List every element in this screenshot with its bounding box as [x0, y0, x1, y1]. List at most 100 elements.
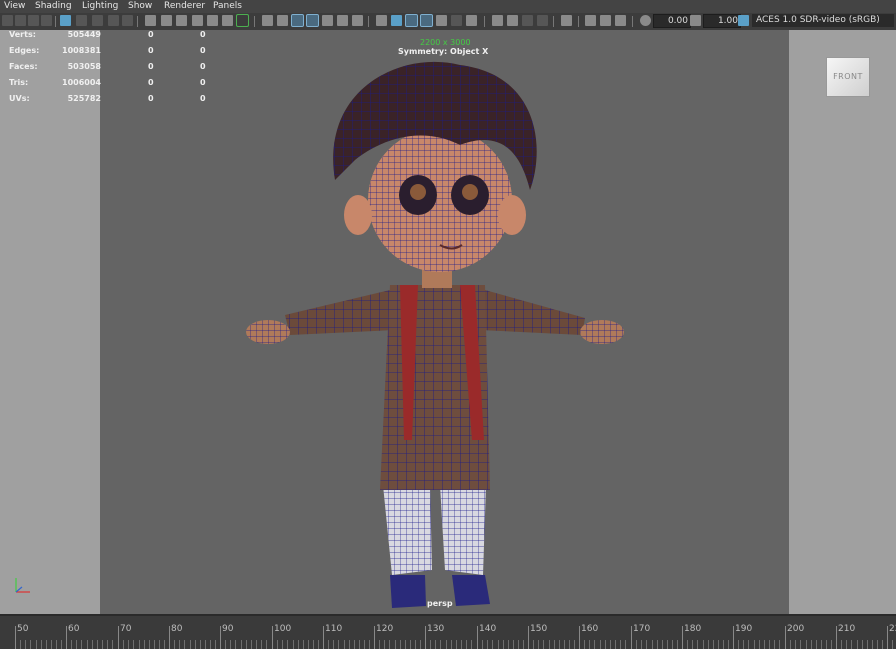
wireframe-on-shaded-icon[interactable]	[291, 14, 304, 27]
exposure-icon[interactable]	[640, 15, 651, 26]
timeline-minor-tick	[133, 640, 134, 649]
camera-attributes-icon[interactable]	[15, 15, 26, 26]
ambient-occlusion-icon[interactable]	[436, 15, 447, 26]
timeline-major-tick	[425, 626, 426, 649]
character-model[interactable]	[100, 30, 789, 614]
timeline-minor-tick	[456, 640, 457, 649]
timeline-minor-tick	[769, 640, 770, 649]
timeline-minor-tick	[102, 640, 103, 649]
timeline-minor-tick	[723, 640, 724, 649]
checker-icon[interactable]	[420, 14, 433, 27]
xray-icon[interactable]	[306, 14, 319, 27]
xray-joints-icon[interactable]	[391, 15, 402, 26]
timeline-minor-tick	[831, 640, 832, 649]
anti-aliasing-icon[interactable]	[492, 15, 503, 26]
timeline-tick-label: 100	[274, 624, 292, 634]
timeline-minor-tick	[154, 640, 155, 649]
film-gate-icon[interactable]	[92, 15, 103, 26]
timeline-minor-tick	[200, 640, 201, 649]
image-plane-icon[interactable]	[41, 15, 52, 26]
menu-renderer[interactable]: Renderer	[164, 0, 205, 13]
select-tool-icon[interactable]	[561, 15, 572, 26]
color-management-icon[interactable]	[738, 15, 749, 26]
symmetry-label: Symmetry: Object X	[398, 47, 489, 56]
no-entry-icon[interactable]	[615, 15, 626, 26]
timeline-minor-tick	[605, 640, 606, 649]
gate-mask-icon[interactable]	[122, 15, 133, 26]
stacked-panels-icon[interactable]	[585, 15, 596, 26]
field-chart-icon[interactable]	[145, 15, 156, 26]
attributes-icon[interactable]	[60, 15, 71, 26]
bookmark-icon[interactable]	[28, 15, 39, 26]
timeline-minor-tick	[862, 640, 863, 649]
timeline-minor-tick	[466, 640, 467, 649]
copy-panels-icon[interactable]	[600, 15, 611, 26]
timeline-minor-tick	[641, 640, 642, 649]
select-camera-icon[interactable]	[2, 15, 13, 26]
lights-icon[interactable]	[337, 15, 348, 26]
gamma-icon[interactable]	[690, 15, 701, 26]
isolate-select-icon[interactable]	[376, 15, 387, 26]
menu-lighting[interactable]: Lighting	[82, 0, 118, 13]
timeline-major-tick	[118, 626, 119, 649]
timeline-major-tick	[477, 626, 478, 649]
sphere-icon[interactable]	[522, 15, 533, 26]
screen-space-icon[interactable]	[537, 15, 548, 26]
timeline-minor-tick	[25, 640, 26, 649]
smooth-shade-icon[interactable]	[277, 15, 288, 26]
timeline-major-tick	[272, 626, 273, 649]
exposure-field[interactable]: 0.00	[653, 14, 691, 28]
brush-icon[interactable]	[236, 14, 249, 27]
timeline-minor-tick	[76, 640, 77, 649]
twod-pan-icon[interactable]	[222, 15, 233, 26]
depth-of-field-icon[interactable]	[507, 15, 518, 26]
timeline-minor-tick	[195, 640, 196, 649]
timeline-minor-tick	[826, 640, 827, 649]
shadows-icon[interactable]	[352, 15, 363, 26]
color-space-dropdown[interactable]: ACES 1.0 SDR-video (sRGB)	[752, 14, 894, 27]
menu-shading[interactable]: Shading	[35, 0, 72, 13]
textured-icon[interactable]	[322, 15, 333, 26]
motion-blur-icon[interactable]	[466, 15, 477, 26]
timeline-minor-tick	[790, 640, 791, 649]
gamma-field[interactable]: 1.00	[703, 14, 741, 28]
grid-icon[interactable]	[76, 15, 87, 26]
menu-show[interactable]: Show	[128, 0, 152, 13]
time-slider[interactable]: 50 60 70 80 90 100 110 120 130 140 150 160 170 180 190…	[0, 614, 896, 649]
timeline-tick-label: 50	[17, 624, 29, 634]
timeline-minor-tick	[92, 640, 93, 649]
timeline-minor-tick	[779, 640, 780, 649]
viewcube[interactable]: FRONT	[826, 57, 870, 97]
timeline-minor-tick	[461, 640, 462, 649]
timeline-minor-tick	[518, 640, 519, 649]
timeline-minor-tick	[795, 640, 796, 649]
safe-action-icon[interactable]	[161, 15, 172, 26]
timeline-minor-tick	[523, 640, 524, 649]
timeline-minor-tick	[738, 640, 739, 649]
resolution-gate-icon[interactable]	[108, 15, 119, 26]
timeline-minor-tick	[246, 640, 247, 649]
timeline-minor-tick	[800, 640, 801, 649]
timeline-minor-tick	[667, 640, 668, 649]
timeline-minor-tick	[318, 640, 319, 649]
timeline-minor-tick	[30, 640, 31, 649]
timeline-tick-label: 190	[735, 624, 753, 634]
timeline-minor-tick	[266, 640, 267, 649]
xray-active-icon[interactable]	[405, 14, 418, 27]
timeline-minor-tick	[184, 640, 185, 649]
pan-zoom-icon[interactable]	[192, 15, 203, 26]
menu-panels[interactable]: Panels	[213, 0, 242, 13]
timeline-minor-tick	[205, 640, 206, 649]
timeline-major-tick	[15, 626, 16, 649]
menu-view[interactable]: View	[4, 0, 25, 13]
grease-pencil-icon[interactable]	[207, 15, 218, 26]
timeline-minor-tick	[554, 640, 555, 649]
timeline-minor-tick	[395, 640, 396, 649]
safe-title-icon[interactable]	[176, 15, 187, 26]
lightbulb-icon[interactable]	[451, 15, 462, 26]
timeline-tick-label: 150	[530, 624, 548, 634]
timeline-minor-tick	[662, 640, 663, 649]
viewport-gate-mask-right	[789, 30, 896, 614]
wireframe-icon[interactable]	[262, 15, 273, 26]
timeline-minor-tick	[405, 640, 406, 649]
